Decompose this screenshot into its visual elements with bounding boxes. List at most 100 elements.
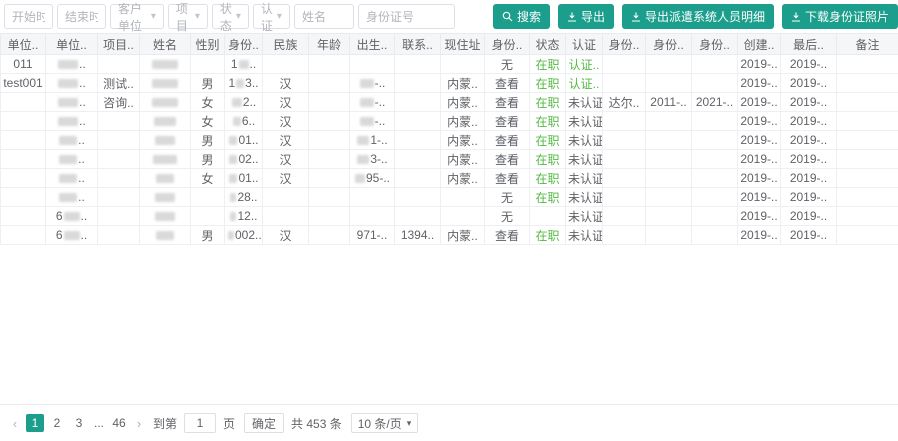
project-select[interactable]: 项目 ▾ (167, 2, 208, 33)
redacted-text (152, 79, 178, 89)
view-link[interactable]: 查看 (495, 96, 519, 110)
table-cell: 95-.. (349, 168, 395, 188)
table-cell (97, 187, 140, 207)
status-select[interactable]: 状态 ▾ (211, 2, 249, 33)
download-icon (791, 12, 800, 22)
table-cell (691, 149, 738, 169)
table-cell: 在职 (529, 168, 566, 188)
cell-text: 未认证 (568, 190, 603, 205)
column-header: 姓名 (139, 33, 191, 55)
table-cell: 在职 (529, 225, 566, 245)
cell-text: 汉 (279, 133, 292, 148)
next-page-button[interactable]: › (132, 416, 146, 431)
page-button-2[interactable]: 2 (48, 414, 66, 432)
redacted-text (63, 231, 80, 241)
table-cell (602, 225, 646, 245)
table-cell (691, 111, 738, 131)
table-cell (691, 54, 738, 74)
table-cell: 汉 (262, 111, 309, 131)
table-cell (602, 54, 646, 74)
table-cell (308, 225, 350, 245)
table-cell (0, 111, 46, 131)
table-cell (602, 168, 646, 188)
customer-unit-select[interactable]: 客户单位 ▾ (110, 2, 164, 33)
page-button-3[interactable]: 3 (70, 414, 88, 432)
table-cell: 2019-.. (737, 92, 781, 112)
table-cell: 2019-.. (780, 225, 837, 245)
redacted-text (59, 155, 78, 165)
download-id-photo-button-label: 下载身份证照片 (804, 10, 889, 24)
cell-text: 2019-.. (740, 95, 778, 109)
table-cell (349, 54, 395, 74)
table-cell (602, 149, 646, 169)
table-cell: 3-.. (349, 149, 395, 169)
redacted-text (238, 60, 249, 70)
table-cell: 男 (190, 73, 225, 93)
view-link[interactable]: 查看 (495, 153, 519, 167)
page-button-46[interactable]: 46 (110, 414, 128, 432)
table-cell: 2019-.. (780, 73, 837, 93)
table-cell: 内蒙.. (440, 225, 485, 245)
view-link[interactable]: 查看 (495, 115, 519, 129)
cell-text: 在职 (535, 190, 560, 205)
cell-text: 2019-.. (789, 152, 828, 166)
table-cell (394, 92, 441, 112)
table-cell (394, 111, 441, 131)
cell-text: 2019-.. (789, 228, 828, 242)
cell-text: 1 (230, 57, 238, 71)
prev-page-button[interactable]: ‹ (8, 416, 22, 431)
cell-text: 内蒙.. (447, 228, 478, 243)
cell-text: 男 (201, 152, 214, 167)
download-id-photo-button[interactable]: 下载身份证照片 (781, 4, 898, 29)
table-cell: 002.. (224, 225, 263, 245)
export-detail-button[interactable]: 导出派遣系统人员明细 (621, 4, 774, 29)
redacted-text (59, 174, 78, 184)
table-cell: 未认证 (565, 187, 603, 207)
table-cell: 2019-.. (780, 54, 837, 74)
name-input[interactable] (293, 4, 354, 29)
table-cell (97, 130, 140, 150)
id-number-input[interactable] (357, 4, 455, 29)
cell-text: 测试.. (103, 76, 134, 91)
table-row: .. 女 6.. 汉 -.. 内蒙.. 查看 在职 未认证 2019-.. 2019-.. (0, 111, 898, 131)
start-time-input[interactable] (4, 4, 53, 29)
table-cell (0, 149, 46, 169)
view-link[interactable]: 查看 (495, 229, 519, 243)
cell-text: 3-.. (370, 152, 388, 166)
page-size-select[interactable]: 10 条/页 ▾ (350, 413, 419, 433)
table-cell (645, 73, 692, 93)
column-header: 身份.. (484, 33, 530, 55)
cell-text: .. (78, 171, 85, 185)
view-link[interactable]: 查看 (495, 172, 519, 186)
page-button-1[interactable]: 1 (26, 414, 44, 432)
table-cell (691, 130, 738, 150)
table-cell (836, 187, 898, 207)
page-size-value: 10 条/页 (357, 416, 402, 431)
confirm-page-button[interactable]: 确定 (244, 413, 285, 433)
table-cell: 2019-.. (780, 187, 837, 207)
table-cell: 内蒙.. (440, 130, 485, 150)
table-cell: 2011-.. (645, 92, 692, 112)
export-button[interactable]: 导出 (557, 4, 614, 29)
view-link[interactable]: 查看 (495, 77, 519, 91)
table-cell: test001 (0, 73, 46, 93)
cell-text: 2019-.. (789, 171, 828, 185)
cell-text: 咨询.. (103, 95, 134, 110)
certification-select[interactable]: 认证 ▾ (252, 2, 290, 33)
export-detail-button-label: 导出派遣系统人员明细 (644, 10, 765, 24)
end-time-input[interactable] (57, 4, 106, 29)
view-link[interactable]: 查看 (495, 134, 519, 148)
table-cell (139, 206, 191, 226)
table-cell (0, 187, 46, 207)
table-cell: -.. (349, 111, 395, 131)
cell-text: 2019-.. (789, 133, 828, 147)
goto-page-input[interactable] (184, 413, 217, 433)
table-cell: 在职 (529, 54, 566, 74)
table-row: 6.. 12.. 无 未认证 2019-.. 2019-.. (0, 206, 898, 226)
table-cell: 未认证 (565, 149, 603, 169)
cell-text: 2019-.. (789, 57, 828, 71)
table-cell (440, 206, 485, 226)
redacted-text (229, 155, 238, 165)
cell-text: 6 (55, 228, 63, 242)
search-button[interactable]: 搜索 (492, 4, 550, 29)
